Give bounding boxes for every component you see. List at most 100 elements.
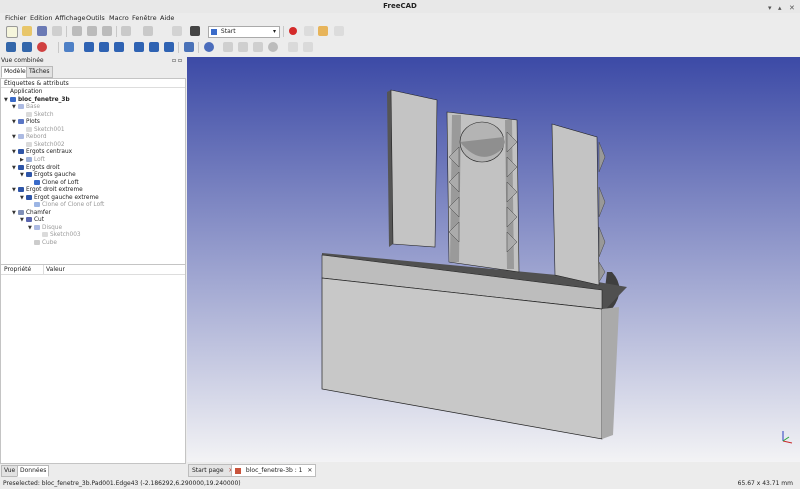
pad-icon xyxy=(18,134,24,140)
combo-view-title: Vue combinée ▫ ▫ xyxy=(1,57,183,64)
array-icon xyxy=(18,187,24,193)
menu-edition[interactable]: Edition xyxy=(30,14,53,22)
window-titlebar: FreeCAD ▾ ▴ ✕ xyxy=(0,0,800,13)
tree-item-label: Cube xyxy=(42,240,57,246)
zoom-in-icon[interactable] xyxy=(288,42,298,52)
tab-tasks[interactable]: Tâches xyxy=(26,66,53,78)
document-tabs: Start page ✕ bloc_fenetre-3b : 1 ✕ xyxy=(187,463,800,477)
menu-affichage[interactable]: Affichage xyxy=(55,14,86,22)
menu-aide[interactable]: Aide xyxy=(160,14,174,22)
open-file-icon[interactable] xyxy=(22,26,32,36)
front-view-icon[interactable] xyxy=(84,42,94,52)
stop-macro-icon[interactable] xyxy=(304,26,314,36)
tree-item-label: Loft xyxy=(34,156,45,163)
fit-selection-icon[interactable] xyxy=(22,42,32,52)
zoom-out-icon[interactable] xyxy=(303,42,313,52)
value-column-header[interactable]: Valeur xyxy=(46,265,65,274)
close-tab-icon[interactable]: ✕ xyxy=(307,467,312,474)
run-macro-icon[interactable] xyxy=(334,26,344,36)
array-icon xyxy=(18,164,24,170)
array-icon xyxy=(18,149,24,155)
tree-item-label: Sketch001 xyxy=(34,126,65,133)
menu-macro[interactable]: Macro xyxy=(109,14,129,22)
tree-item-label: Application xyxy=(10,89,43,95)
draw-style-icon[interactable] xyxy=(37,42,47,52)
preselection-text: Preselected: bloc_fenetre_3b.Pad001.Edge… xyxy=(3,480,241,487)
tab-document[interactable]: bloc_fenetre-3b : 1 ✕ xyxy=(231,464,317,477)
dimension-text: 65.67 x 43.71 mm xyxy=(737,480,793,487)
web-icon[interactable] xyxy=(204,42,214,52)
isometric-view-icon[interactable] xyxy=(64,42,74,52)
workbench-label: Start xyxy=(220,28,236,35)
tree-item-label: Ergots droit xyxy=(26,164,60,171)
tab-data[interactable]: Données xyxy=(17,465,50,477)
record-macro-icon[interactable] xyxy=(289,27,297,35)
tree-item-label: Chamfer xyxy=(26,209,51,216)
workbench-icon xyxy=(211,28,217,35)
tree-item-label: Clone of Loft xyxy=(42,179,79,186)
model-render xyxy=(321,89,793,444)
left-view-icon[interactable] xyxy=(164,42,174,52)
model-tree: Étiquettes & attributs Application ▼ bloc_… xyxy=(0,78,186,265)
stop-icon[interactable] xyxy=(268,42,278,52)
sketch-icon xyxy=(26,111,32,117)
array-icon xyxy=(26,172,32,178)
save-as-icon[interactable] xyxy=(52,26,62,36)
3d-viewport[interactable] xyxy=(187,57,800,462)
menu-fenetre[interactable]: Fenêtre xyxy=(132,14,157,22)
whats-this-icon[interactable] xyxy=(190,26,200,36)
edit-macro-icon[interactable] xyxy=(318,26,328,36)
right-view-icon[interactable] xyxy=(114,42,124,52)
workbench-selector[interactable]: Start ▾ xyxy=(208,26,280,38)
refresh-icon[interactable] xyxy=(172,26,182,36)
main-toolbar: Start ▾ xyxy=(0,24,800,39)
undock-icon[interactable]: ▫ xyxy=(172,57,176,64)
chevron-down-icon: ▾ xyxy=(272,28,276,35)
tree-item-label: bloc_fenetre_3b xyxy=(18,96,70,103)
view-toolbar xyxy=(0,40,800,55)
panel-close-icon[interactable]: ▫ xyxy=(178,57,182,64)
property-column-header[interactable]: Propriété xyxy=(4,265,31,274)
tree-item[interactable]: Cube xyxy=(28,239,57,247)
loft-icon xyxy=(26,156,32,162)
document-icon xyxy=(10,96,16,102)
bottom-view-icon[interactable] xyxy=(149,42,159,52)
paste-icon[interactable] xyxy=(102,26,112,36)
menu-outils[interactable]: Outils xyxy=(86,14,105,22)
pad-icon xyxy=(34,224,40,230)
save-icon[interactable] xyxy=(37,26,47,36)
document-icon xyxy=(235,467,241,474)
status-bar: Preselected: bloc_fenetre_3b.Pad001.Edge… xyxy=(0,478,800,489)
back-icon[interactable] xyxy=(223,42,233,52)
tab-model[interactable]: Modèle xyxy=(1,66,29,78)
tab-view[interactable]: Vue xyxy=(1,465,19,477)
tree-item-label: Rebord xyxy=(26,134,47,141)
clone-icon xyxy=(34,179,40,185)
undo-icon[interactable] xyxy=(121,26,131,36)
tree-item-label: Base xyxy=(26,104,41,111)
property-view: Propriété Valeur xyxy=(0,264,186,464)
copy-icon[interactable] xyxy=(87,26,97,36)
cut-icon[interactable] xyxy=(72,26,82,36)
tree-item-label: Cut xyxy=(34,217,44,224)
tree-header: Étiquettes & attributs xyxy=(1,79,185,88)
menu-bar: Fichier Edition Affichage Outils Macro F… xyxy=(0,13,800,23)
fit-all-icon[interactable] xyxy=(6,42,16,52)
measure-icon[interactable] xyxy=(184,42,194,52)
redo-icon[interactable] xyxy=(143,26,153,36)
reload-icon[interactable] xyxy=(253,42,263,52)
top-view-icon[interactable] xyxy=(99,42,109,52)
menu-fichier[interactable]: Fichier xyxy=(5,14,26,22)
sketch-icon xyxy=(26,141,32,147)
tree-item-label: Ergot gauche extreme xyxy=(34,194,99,201)
chamfer-icon xyxy=(18,209,24,215)
array-icon xyxy=(26,194,32,200)
pad-icon xyxy=(18,119,24,125)
tree-item-label: Sketch003 xyxy=(50,232,81,239)
forward-icon[interactable] xyxy=(238,42,248,52)
cube-icon xyxy=(34,240,40,245)
cut-icon xyxy=(26,217,32,223)
new-file-icon[interactable] xyxy=(6,26,18,38)
rear-view-icon[interactable] xyxy=(134,42,144,52)
sketch-icon xyxy=(42,232,48,238)
